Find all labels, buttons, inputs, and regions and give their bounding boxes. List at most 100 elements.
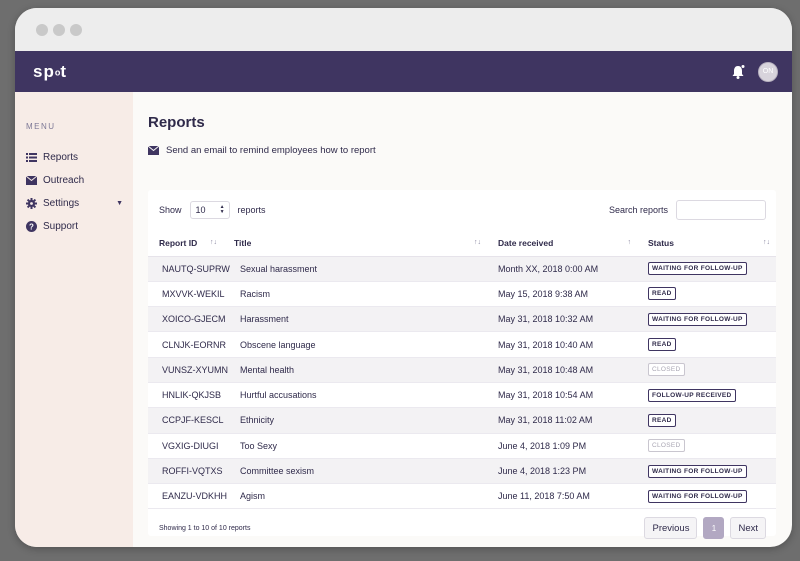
column-header-date-received[interactable]: Date received ↑ [487,230,637,257]
report-title-cell: Agism [223,483,487,510]
column-header-status[interactable]: Status ↑↓ [637,230,776,257]
table-row[interactable]: HNLIK-QKJSB Hurtful accusations May 31, 20… [148,382,776,409]
status-badge: READ [648,338,676,352]
showing-count: Showing 1 to 10 of 10 reports [159,524,251,532]
table-row[interactable]: NAUTQ-SUPRW Sexual harassment Month XX, 20… [148,256,776,282]
top-bar: spot ON [15,51,792,92]
page-size-select[interactable]: 10 ▲ ▼ [189,201,230,219]
table-row[interactable]: CCPJF-KESCL Ethnicity May 31, 2018 11:02 A… [148,407,776,434]
report-id-cell: VUNSZ-XYUMN [148,357,228,383]
report-status-cell: WAITING FOR FOLLOW-UP [637,306,776,333]
report-id-cell: HNLIK-QKJSB [148,382,223,409]
table-row[interactable]: VGXIG-DIUGI Too Sexy June 4, 2018 1:09 PM C… [148,433,776,459]
report-title-cell: Mental health [223,357,487,383]
report-status-cell: WAITING FOR FOLLOW-UP [637,458,776,485]
question-icon: ? [26,220,37,232]
report-id-cell: ROFFI-VQTXS [148,458,223,485]
status-badge: READ [648,287,676,301]
sort-icon[interactable]: ↑↓ [474,239,481,246]
table-controls: Show 10 ▲ ▼ reports Search reports [159,200,766,220]
report-title-cell: Sexual harassment [223,256,487,282]
envelope-icon [148,146,159,155]
report-date-cell: May 31, 2018 10:32 AM [487,306,637,333]
logo-text-left: sp [33,61,55,81]
report-title-cell: Hurtful accusations [223,382,487,409]
pagination: Previous 1 Next [644,517,766,540]
report-id-cell: MXVVK-WEKIL [148,281,225,308]
status-badge: WAITING FOR FOLLOW-UP [648,464,747,478]
report-id-cell: EANZU-VDKHH [148,483,227,510]
table-row[interactable]: CLNJK-EORNR Obscene language May 31, 2018 … [148,331,776,358]
status-badge: CLOSED [648,363,685,377]
sidebar-item-settings[interactable]: Settings ▼ [26,192,133,214]
status-badge: FOLLOW-UP RECEIVED [648,388,736,402]
status-badge: WAITING FOR FOLLOW-UP [648,489,747,503]
gear-icon [26,197,37,209]
window-minimize-dot[interactable] [53,24,65,36]
table-row[interactable]: ROFFI-VQTXS Committee sexism June 4, 2018 … [148,458,776,485]
menu-label: MENU [26,122,56,131]
report-status-cell: CLOSED [637,357,776,383]
column-label: Status [648,237,674,248]
sort-icon[interactable]: ↑↓ [210,239,217,246]
column-label: Date received [498,237,554,248]
main-content: Reports Send an email to remind employee… [133,92,792,547]
search-group: Search reports [609,200,766,220]
logo-text-right: t [60,61,68,81]
chevron-down-icon[interactable]: ▼ [116,200,123,207]
window-close-dot[interactable] [36,24,48,36]
report-date-cell: May 31, 2018 10:40 AM [487,331,637,358]
table-footer: Showing 1 to 10 of 10 reports Previous 1… [159,517,766,540]
status-badge: WAITING FOR FOLLOW-UP [648,312,747,326]
sidebar: MENU Reports Outreach Settings ▼ ? Suppo… [15,92,133,547]
sidebar-item-outreach[interactable]: Outreach [26,169,133,191]
report-status-cell: CLOSED [637,433,776,459]
sidebar-item-reports[interactable]: Reports [26,146,133,168]
previous-page-button[interactable]: Previous [644,517,698,540]
table-row[interactable]: MXVVK-WEKIL Racism May 15, 2018 9:38 AM REA… [148,281,776,308]
report-title-cell: Ethnicity [223,407,487,434]
report-date-cell: May 31, 2018 10:48 AM [487,357,637,383]
sort-icon[interactable]: ↑ [628,239,632,246]
search-input[interactable] [676,200,766,220]
sidebar-item-label: Outreach [43,174,85,186]
report-date-cell: June 11, 2018 7:50 AM [487,483,637,510]
report-status-cell: WAITING FOR FOLLOW-UP [637,256,776,282]
report-date-cell: June 4, 2018 1:23 PM [487,458,637,485]
sidebar-item-label: Settings [43,197,80,209]
report-id-cell: CLNJK-EORNR [148,331,226,358]
page-1-button[interactable]: 1 [703,517,725,540]
table-header-row: Report ID ↑↓ Title ↑↓ Date received ↑ Statu… [148,230,776,257]
report-id-cell: CCPJF-KESCL [148,407,224,434]
search-label: Search reports [608,205,668,215]
report-status-cell: READ [637,281,776,308]
window-maximize-dot[interactable] [70,24,82,36]
page-size-value: 10 [195,205,206,215]
column-label: Report ID [159,237,198,248]
report-title-cell: Obscene language [223,331,487,358]
sort-icon[interactable]: ↑↓ [763,239,770,246]
svg-text:?: ? [29,222,34,231]
report-id-cell: NAUTQ-SUPRW [148,256,230,282]
report-date-cell: May 31, 2018 11:02 AM [487,407,637,434]
bell-icon[interactable] [730,64,746,80]
report-date-cell: May 31, 2018 10:54 AM [487,382,637,409]
avatar[interactable]: ON [758,61,778,82]
column-header-title[interactable]: Title ↑↓ [223,230,487,257]
sidebar-item-label: Support [43,220,79,232]
report-date-cell: May 15, 2018 9:38 AM [487,281,637,308]
sidebar-item-support[interactable]: ? Support [26,215,133,237]
remind-employees-link[interactable]: Send an email to remind employees how to… [148,145,792,156]
column-header-report-id[interactable]: Report ID ↑↓ [148,230,223,257]
window-chrome [15,8,792,51]
table-row[interactable]: XOICO-GJECM Harassment May 31, 2018 10:32 … [148,306,776,333]
table-row[interactable]: VUNSZ-XYUMN Mental health May 31, 2018 10:… [148,357,776,383]
spot-logo[interactable]: spot [33,62,67,82]
column-label: Title [234,237,252,248]
page-title: Reports [148,114,205,131]
report-status-cell: READ [637,407,776,434]
table-row[interactable]: EANZU-VDKHH Agism June 11, 2018 7:50 AM WAI… [148,483,776,510]
report-status-cell: FOLLOW-UP RECEIVED [637,382,776,409]
next-page-button[interactable]: Next [730,517,766,540]
envelope-icon [26,175,37,186]
